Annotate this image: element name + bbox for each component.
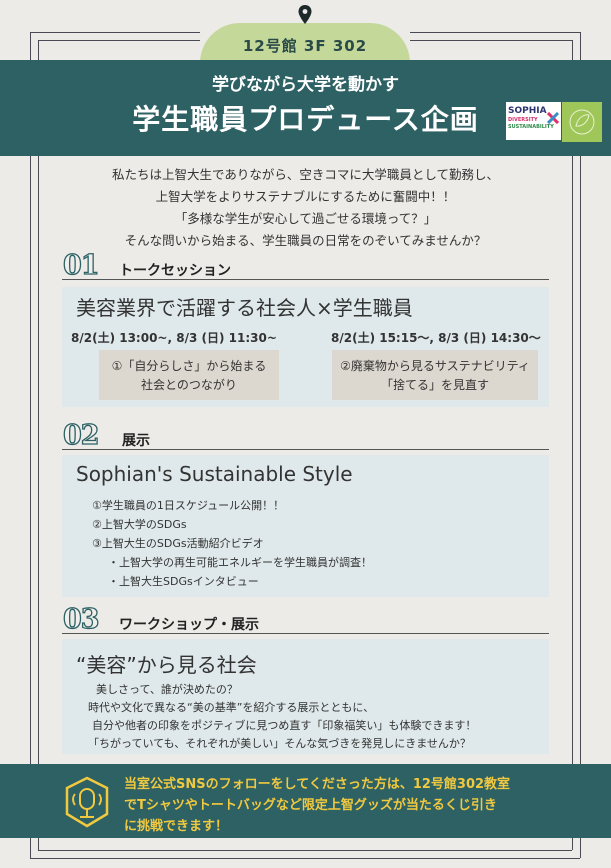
frame-line-top (410, 40, 572, 41)
exhibition-item: ③上智大生のSDGs活動紹介ビデオ (92, 537, 264, 550)
sophia-sustainability-logo: SOPHIA DIVERSITY SUSTAINABILITY (506, 102, 561, 140)
location-badge: 12号館 3F 302 (200, 23, 410, 63)
header-subtitle: 学びながら大学を動かす (212, 75, 399, 95)
location-text: 12号館 3F 302 (242, 37, 368, 55)
section-title: 展示 (122, 433, 150, 449)
section-divider (62, 633, 549, 634)
session-box: ①「自分らしさ」から始まる 社会とのつながり (99, 350, 279, 400)
map-pin-icon (298, 5, 312, 24)
frame-line-top (30, 32, 200, 33)
frame-line-left (30, 32, 31, 60)
exhibition-item: ②上智大学のSDGs (92, 518, 187, 531)
exhibition-subitem: ・上智大学の再生可能エネルギーを学生職員が調査！ (108, 556, 372, 569)
intro-line: 「多様な学生が安心して過ごせる環境って？」 (174, 211, 437, 226)
workshop-text: 美しさって、誰が決めたの？ (96, 683, 238, 696)
frame-line-right (580, 32, 581, 60)
header-banner: 学びながら大学を動かす 学生職員プロデュース企画 SOPHIA DIVERSIT… (0, 60, 611, 156)
frame-line-left (38, 838, 39, 850)
workshop-text: 「ちがっていても、それぞれが美しい」そんな気づきを発見しにきませんか？ (88, 737, 471, 750)
panel-title: “美容”から見る社会 (76, 653, 257, 677)
frame-line-left (30, 838, 31, 858)
exhibition-item: ①学生職員の1日スケジュール公開！！ (92, 499, 285, 512)
panel-title: Sophian's Sustainable Style (76, 462, 353, 486)
lottery-trophy-icon (65, 776, 109, 828)
session-date: 8/2(土) 13:00~, 8/3 (日) 11:30~ (71, 331, 277, 345)
frame-line-top (410, 32, 580, 33)
panel-title: 美容業界で活躍する社会人×学生職員 (76, 296, 413, 320)
intro-line: 私たちは上智大生でありながら、空きコマに大学職員として勤務し、 (111, 167, 499, 182)
frame-line-top (38, 40, 200, 41)
workshop-text: 時代や文化で異なる“美の基準”を紹介する展示とともに、 (88, 701, 375, 714)
session-box: ②廃棄物から見るサステナビリティ 「捨てる」を見直す (332, 350, 538, 400)
workshop-panel: “美容”から見る社会 美しさって、誰が決めたの？ 時代や文化で異なる“美の基準”… (62, 639, 549, 754)
section-number: 03 (62, 603, 100, 635)
exhibition-subitem: ・上智大生SDGsインタビュー (108, 575, 259, 588)
section-title: ワークショップ・展示 (119, 617, 259, 633)
green-leaf-logo (562, 102, 602, 142)
intro-line: そんな問いから始まる、学生職員の日常をのぞいてみませんか？ (124, 233, 487, 248)
workshop-text: 自分や他者の印象をポジティブに見つめ直す「印象福笑い」も体験できます！ (92, 719, 477, 732)
footer-text: でTシャツやトートバッグなど限定上智グッズが当たるくじ引き (124, 798, 497, 813)
frame-line-left (38, 40, 39, 60)
section-divider (62, 449, 549, 450)
talk-session-panel: 美容業界で活躍する社会人×学生職員 8/2(土) 13:00~, 8/3 (日)… (62, 287, 549, 407)
frame-line-right (580, 838, 581, 858)
frame-line-bottom (38, 850, 572, 851)
section-divider (62, 279, 549, 280)
footer-text: に挑戦できます！ (124, 819, 229, 834)
frame-line-bottom (30, 858, 580, 859)
footer-banner: 当室公式SNSのフォローをしてくださった方は、12号館302教室 でTシャツやト… (0, 764, 611, 838)
footer-text: 当室公式SNSのフォローをしてくださった方は、12号館302教室 (124, 777, 511, 792)
section-number: 01 (62, 249, 100, 281)
intro-line: 上智大学をよりサステナブルにするために奮闘中！！ (155, 189, 456, 204)
session-date: 8/2(土) 15:15～, 8/3 (日) 14:30～ (331, 331, 541, 345)
section-title: トークセッション (119, 263, 231, 279)
exhibition-panel: Sophian's Sustainable Style ①学生職員の1日スケジュ… (62, 455, 549, 597)
frame-line-right (572, 838, 573, 850)
frame-line-right (572, 40, 573, 60)
section-number: 02 (62, 419, 100, 451)
